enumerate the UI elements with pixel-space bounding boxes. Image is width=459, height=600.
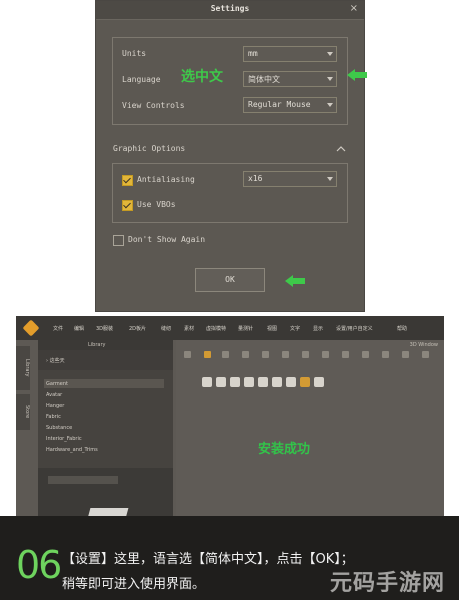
dialog-titlebar: Settings ×: [96, 1, 364, 20]
toolbar-icon[interactable]: [402, 351, 409, 358]
toolbar-icon[interactable]: [422, 351, 429, 358]
view-icon[interactable]: [230, 377, 240, 387]
ok-button[interactable]: OK: [195, 268, 265, 292]
install-success-text: 安装成功: [258, 442, 311, 457]
3d-window-title: 3D Window: [409, 342, 438, 348]
antialiasing-checkbox[interactable]: [122, 175, 133, 186]
close-icon[interactable]: ×: [350, 3, 358, 14]
chevron-down-icon: [327, 103, 333, 107]
green-arrow-icon: [285, 275, 305, 287]
library-path: › 这些天: [46, 358, 65, 364]
menu-text[interactable]: 文字: [290, 325, 300, 332]
chevron-down-icon: [327, 177, 333, 181]
watermark: 元码手游网: [330, 571, 446, 596]
menu-avatar[interactable]: 虚拟模特: [206, 325, 226, 332]
view-icon[interactable]: [272, 377, 282, 387]
side-tab-store[interactable]: Store: [16, 394, 30, 430]
menu-edit[interactable]: 编辑: [74, 325, 84, 332]
library-subheader: › 这些天: [38, 350, 173, 370]
collapse-chevron-icon[interactable]: [336, 145, 346, 152]
library-item[interactable]: Fabric: [46, 414, 61, 420]
units-value: mm: [248, 49, 258, 58]
toolbar-icon[interactable]: [262, 351, 269, 358]
antialiasing-dropdown[interactable]: x16: [243, 171, 337, 187]
menu-measure[interactable]: 量测针: [238, 325, 253, 332]
library-item[interactable]: Hanger: [46, 403, 64, 409]
view-controls-label: View Controls: [122, 101, 185, 110]
menu-help[interactable]: 帮助: [397, 325, 407, 332]
side-tab-library[interactable]: Library: [16, 346, 30, 390]
toolbar-icon[interactable]: [282, 351, 289, 358]
3d-window[interactable]: 3D Window: [176, 340, 444, 526]
menu-bar: 文件 编辑 3D服装 2D板片 缝纫 素材 虚拟模特 量测针 视图 文字 显示 …: [16, 316, 444, 340]
settings-dialog: Settings × Units mm Language 简体中文 View C…: [95, 0, 365, 312]
library-item[interactable]: Substance: [46, 425, 72, 431]
toolbar-icon[interactable]: [242, 351, 249, 358]
antialiasing-label: Antialiasing: [137, 175, 195, 184]
menu-settings[interactable]: 设置/用户自定义: [336, 325, 373, 332]
graphic-options-title: Graphic Options: [113, 144, 186, 153]
menu-3d-garment[interactable]: 3D服装: [96, 325, 113, 332]
caption-line-2: 稍等即可进入使用界面。: [62, 577, 206, 592]
language-value: 简体中文: [248, 75, 280, 84]
menu-sewing[interactable]: 缝纫: [161, 325, 171, 332]
view-controls-dropdown[interactable]: Regular Mouse: [243, 97, 337, 113]
language-dropdown[interactable]: 简体中文: [243, 71, 337, 87]
app-logo-icon: [22, 319, 40, 337]
select-tool-icon[interactable]: [204, 351, 211, 358]
language-annotation: 选中文: [181, 69, 223, 85]
vbo-label: Use VBOs: [137, 200, 176, 209]
toolbar-icon[interactable]: [342, 351, 349, 358]
view-icon[interactable]: [216, 377, 226, 387]
view-controls-value: Regular Mouse: [248, 100, 311, 109]
settings-icon[interactable]: [300, 377, 310, 387]
units-dropdown[interactable]: mm: [243, 46, 337, 62]
toolbar-icon[interactable]: [322, 351, 329, 358]
caption-line-1: 【设置】这里，语言选【简体中文】，点击【OK】；: [62, 552, 354, 567]
step-number: 06: [16, 543, 62, 587]
avatar-icon[interactable]: [244, 377, 254, 387]
library-item[interactable]: Hardware_and_Trims: [46, 447, 98, 453]
green-arrow-icon: [347, 69, 367, 81]
dialog-title: Settings: [210, 4, 250, 13]
export-icon[interactable]: [314, 377, 324, 387]
dont-show-label: Don't Show Again: [128, 235, 206, 244]
vbo-checkbox[interactable]: [122, 200, 133, 211]
library-header: Library: [38, 340, 173, 350]
menu-2d-pattern[interactable]: 2D板片: [129, 325, 146, 332]
avatar-icon[interactable]: [286, 377, 296, 387]
view-icon[interactable]: [202, 377, 212, 387]
menu-display[interactable]: 显示: [313, 325, 323, 332]
ok-button-label: OK: [225, 275, 235, 284]
dont-show-checkbox[interactable]: [113, 235, 124, 246]
menu-material[interactable]: 素材: [184, 325, 194, 332]
toolbar-icon[interactable]: [362, 351, 369, 358]
app-window: 文件 编辑 3D服装 2D板片 缝纫 素材 虚拟模特 量测针 视图 文字 显示 …: [16, 316, 444, 526]
library-item[interactable]: Interior_Fabric: [46, 436, 82, 442]
antialiasing-value: x16: [248, 174, 263, 183]
thumbnail-search-bar[interactable]: [48, 476, 118, 484]
chevron-down-icon: [327, 77, 333, 81]
view-icon[interactable]: [258, 377, 268, 387]
units-label: Units: [122, 49, 147, 58]
library-item[interactable]: Avatar: [46, 392, 62, 398]
library-item[interactable]: Garment: [46, 381, 68, 387]
toolbar-icon[interactable]: [382, 351, 389, 358]
menu-file[interactable]: 文件: [53, 325, 63, 332]
toolbar-icon[interactable]: [302, 351, 309, 358]
library-title: Library: [88, 342, 106, 348]
chevron-down-icon: [327, 52, 333, 56]
toolbar-icon[interactable]: [222, 351, 229, 358]
toolbar-icon[interactable]: [184, 351, 191, 358]
language-label: Language: [122, 75, 161, 84]
menu-view[interactable]: 视图: [267, 325, 277, 332]
